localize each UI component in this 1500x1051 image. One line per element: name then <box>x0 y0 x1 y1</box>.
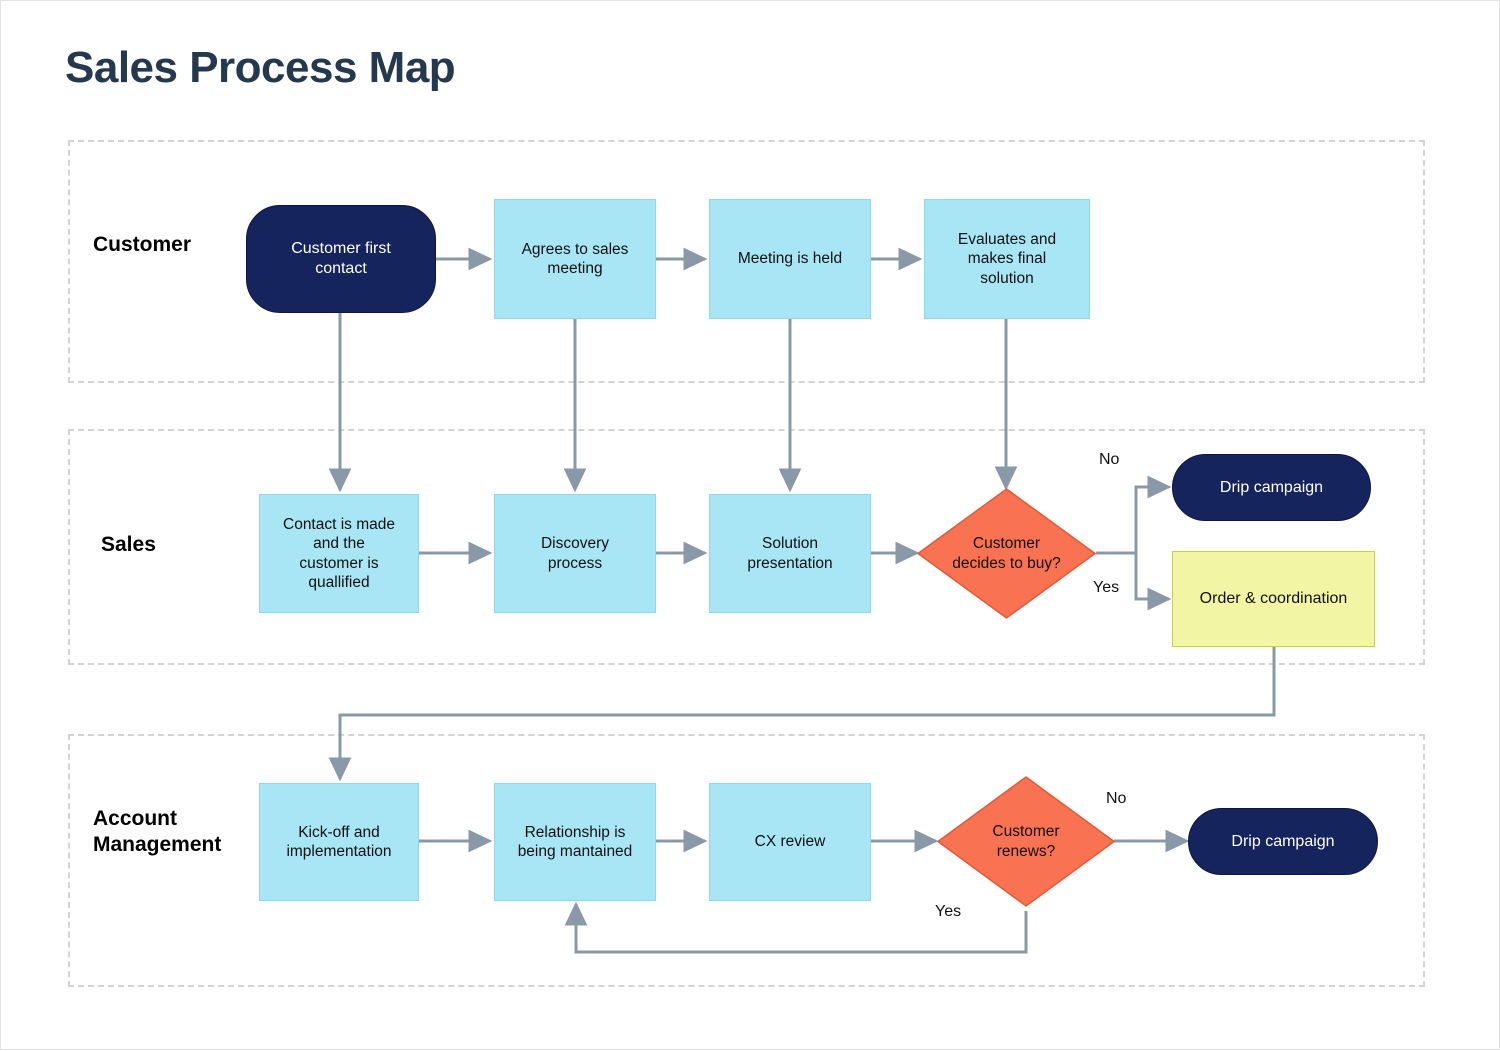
edge-label-buy-yes: Yes <box>1093 579 1120 596</box>
node-contact-made-qualified[interactable]: Contact is made and the customer is qual… <box>259 494 419 613</box>
edge-label-renew-yes: Yes <box>935 903 962 920</box>
node-solution-presentation[interactable]: Solution presentation <box>709 494 871 613</box>
node-label: CX review <box>754 833 826 851</box>
node-kickoff-implementation[interactable]: Kick-off and implementation <box>259 783 419 901</box>
node-label: Drip campaign <box>1219 478 1324 496</box>
node-label: Customer first contact <box>291 240 391 277</box>
node-label: Kick-off and implementation <box>286 823 392 860</box>
node-label: Drip campaign <box>1231 832 1335 850</box>
node-meeting-is-held[interactable]: Meeting is held <box>709 199 871 319</box>
node-relationship-maintained[interactable]: Relationship is being mantained <box>494 783 656 901</box>
diamond-shape <box>936 776 1116 907</box>
node-customer-renews[interactable]: Customer renews? <box>936 776 1116 907</box>
node-drip-campaign-account[interactable]: Drip campaign <box>1188 808 1378 875</box>
node-customer-decides-to-buy[interactable]: Customer decides to buy? <box>916 488 1097 619</box>
flowchart-canvas: Sales Process Map Customer Sales Account… <box>0 0 1500 1050</box>
edge-label-buy-no: No <box>1099 451 1120 468</box>
node-drip-campaign-sales[interactable]: Drip campaign <box>1172 454 1371 521</box>
node-cx-review[interactable]: CX review <box>709 783 871 901</box>
node-order-coordination[interactable]: Order & coordination <box>1172 551 1375 647</box>
node-label: Relationship is being mantained <box>517 823 633 860</box>
node-agrees-to-sales-meeting[interactable]: Agrees to sales meeting <box>494 199 656 319</box>
node-label: Agrees to sales meeting <box>521 240 629 277</box>
node-label: Evaluates and makes final solution <box>957 230 1057 287</box>
node-label: Solution presentation <box>747 535 833 572</box>
node-label: Contact is made and the customer is qual… <box>283 515 395 591</box>
node-label: Meeting is held <box>737 250 843 268</box>
diamond-shape <box>916 488 1097 619</box>
node-discovery-process[interactable]: Discovery process <box>494 494 656 613</box>
node-label: Discovery process <box>540 535 610 572</box>
node-label: Order & coordination <box>1199 590 1348 607</box>
node-evaluates-final-solution[interactable]: Evaluates and makes final solution <box>924 199 1090 319</box>
edge-label-renew-no: No <box>1106 790 1127 807</box>
node-customer-first-contact[interactable]: Customer first contact <box>246 205 436 313</box>
